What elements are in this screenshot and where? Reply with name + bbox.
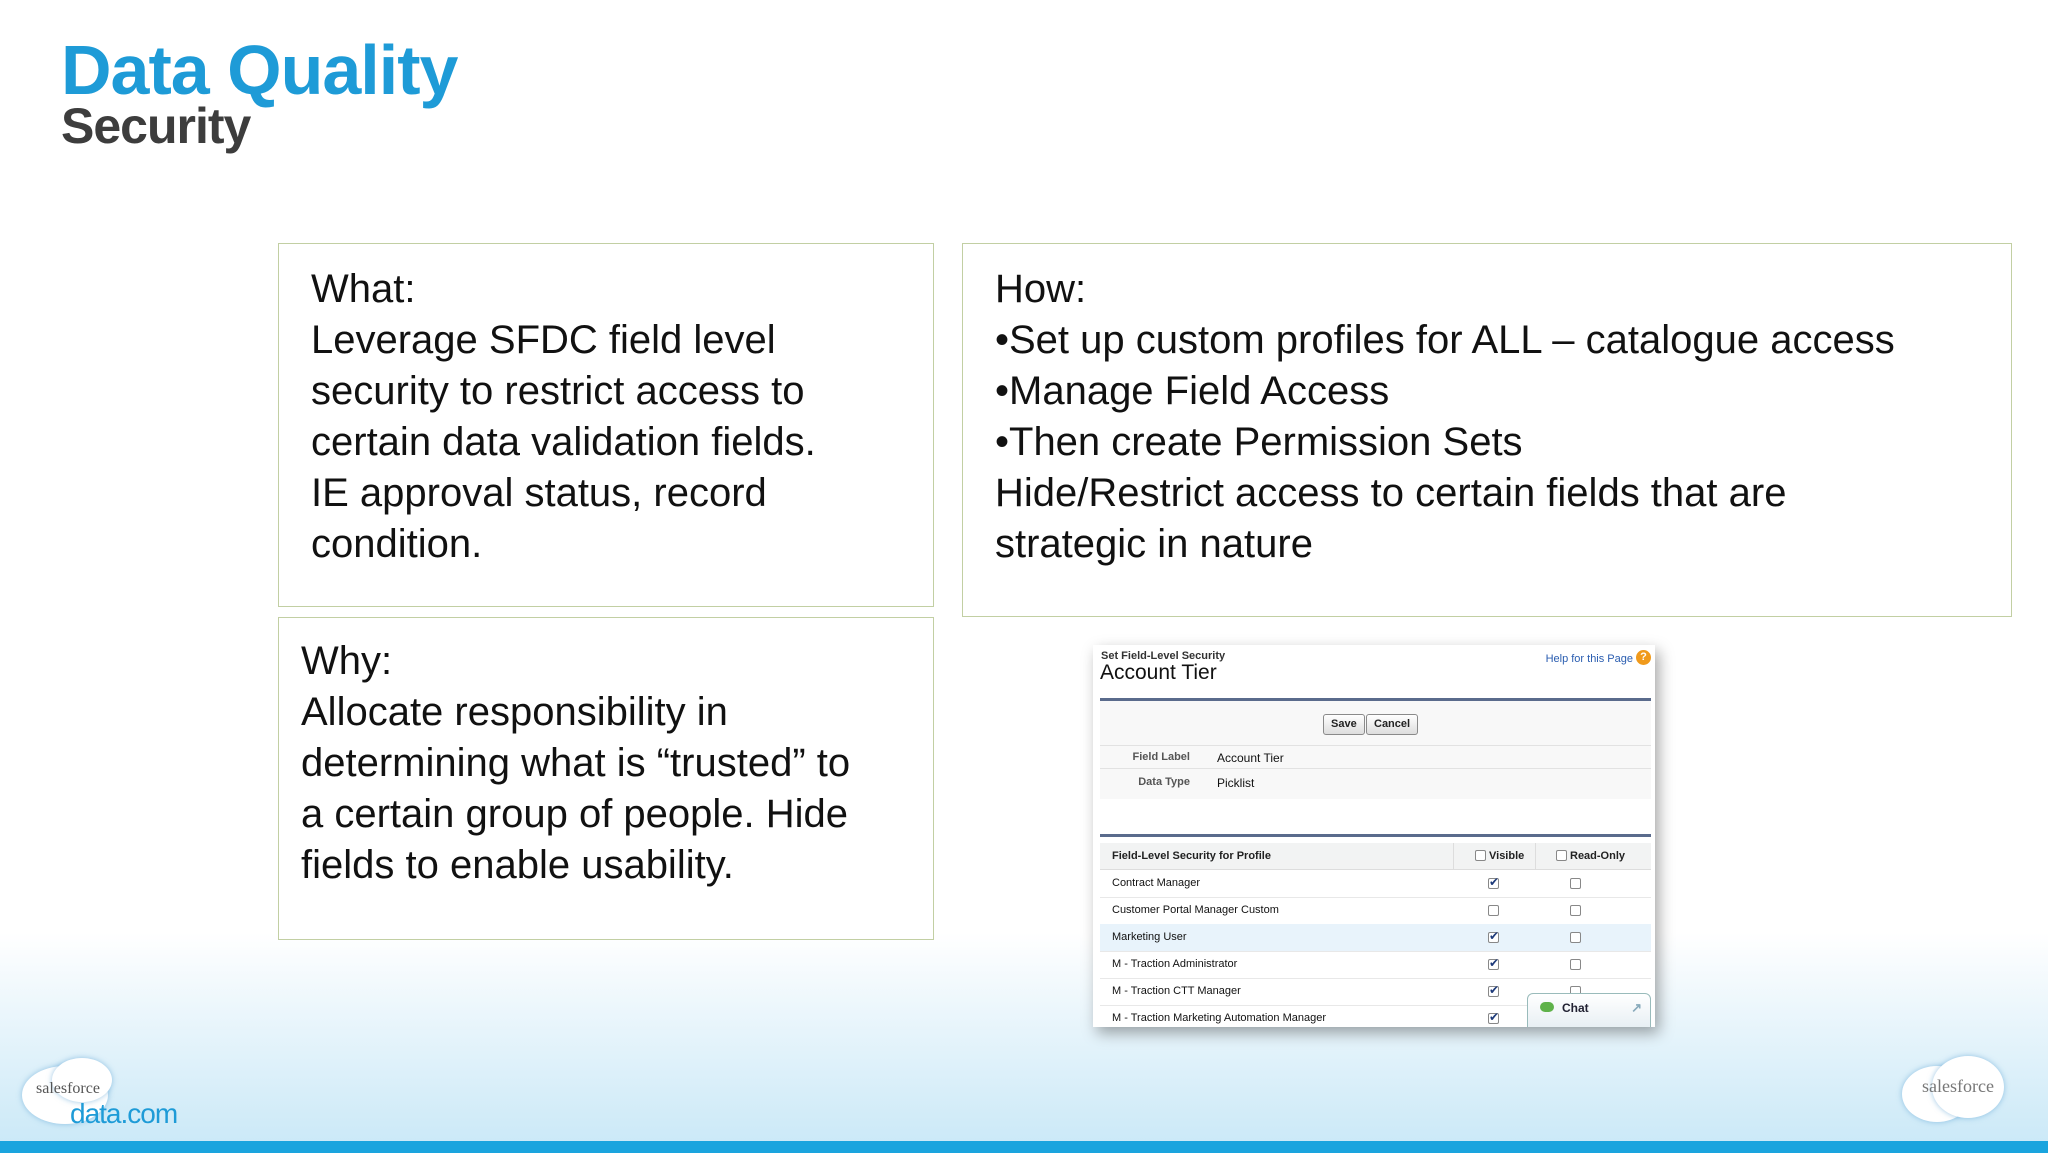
salesforce-logo: salesforce: [1902, 1052, 2006, 1126]
visible-checkbox[interactable]: [1488, 905, 1499, 916]
visible-checkbox[interactable]: [1488, 983, 1499, 997]
read-only-checkbox[interactable]: [1570, 905, 1581, 916]
divider: [1535, 843, 1536, 869]
salesforce-datacom-logo: salesforce data.com: [22, 1058, 192, 1129]
how-box: How: •Set up custom profiles for ALL – c…: [962, 243, 2012, 617]
why-line: determining what is “trusted” to: [301, 741, 851, 785]
why-line: fields to enable usability.: [301, 843, 734, 887]
profile-name: M - Traction CTT Manager: [1112, 985, 1241, 997]
divider: [1100, 768, 1651, 769]
what-line: condition.: [311, 522, 483, 566]
how-heading: How:: [995, 267, 1087, 311]
what-line: certain data validation fields.: [311, 420, 816, 464]
data-type-key: Data Type: [1138, 776, 1190, 788]
field-detail-section: Save Cancel Field Label Account Tier Dat…: [1100, 698, 1651, 799]
chat-label: Chat: [1562, 1001, 1589, 1015]
help-link[interactable]: Help for this Page: [1546, 653, 1633, 665]
header-visible: Visible: [1489, 850, 1525, 862]
chat-icon: [1540, 1002, 1554, 1012]
visible-checkbox[interactable]: [1488, 929, 1499, 943]
what-box: What: Leverage SFDC field level security…: [278, 243, 934, 607]
expand-icon[interactable]: ↗: [1631, 1000, 1642, 1016]
readonly-select-all-checkbox[interactable]: [1556, 850, 1567, 861]
what-line: security to restrict access to: [311, 369, 805, 413]
header-read-only: Read-Only: [1570, 850, 1626, 862]
visible-select-all-checkbox[interactable]: [1475, 850, 1486, 861]
visible-checkbox[interactable]: [1488, 956, 1499, 970]
why-heading: Why:: [301, 639, 393, 683]
logo-datacom-text: data.com: [70, 1098, 178, 1129]
help-icon[interactable]: ?: [1636, 650, 1651, 665]
profile-name: Contract Manager: [1112, 877, 1201, 889]
profile-name: Customer Portal Manager Custom: [1112, 904, 1279, 916]
data-type-value: Picklist: [1217, 776, 1255, 790]
read-only-checkbox[interactable]: [1570, 959, 1581, 970]
logo-salesforce-text: salesforce: [1922, 1076, 1994, 1096]
profile-name: M - Traction Marketing Automation Manage…: [1112, 1012, 1326, 1024]
what-heading: What:: [311, 267, 416, 311]
visible-checkbox[interactable]: [1488, 1010, 1499, 1024]
logo-salesforce-text: salesforce: [36, 1080, 100, 1097]
how-line: strategic in nature: [995, 522, 1313, 566]
how-line: •Then create Permission Sets: [995, 420, 1523, 464]
profile-name: M - Traction Administrator: [1112, 958, 1238, 970]
bottom-bar: [0, 1141, 2048, 1153]
table-row: M - Traction Administrator: [1100, 951, 1651, 979]
chat-widget[interactable]: Chat ↗: [1527, 993, 1651, 1027]
divider: [1100, 745, 1651, 746]
save-button[interactable]: Save: [1323, 714, 1365, 735]
header-profile: Field-Level Security for Profile: [1112, 850, 1271, 862]
field-label-value: Account Tier: [1217, 751, 1284, 765]
how-line: •Manage Field Access: [995, 369, 1390, 413]
divider: [1453, 843, 1454, 869]
why-line: Allocate responsibility in: [301, 690, 728, 734]
read-only-checkbox[interactable]: [1570, 878, 1581, 889]
record-title: Account Tier: [1100, 661, 1217, 684]
field-label-key: Field Label: [1132, 751, 1190, 763]
visible-checkbox[interactable]: [1488, 875, 1499, 889]
what-line: IE approval status, record: [311, 471, 767, 515]
why-box: Why: Allocate responsibility in determin…: [278, 617, 934, 940]
what-line: Leverage SFDC field level: [311, 318, 776, 362]
slide-subtitle: Security: [61, 98, 251, 154]
why-line: a certain group of people. Hide: [301, 792, 849, 836]
how-line: Hide/Restrict access to certain fields t…: [995, 471, 1787, 515]
table-row: Contract Manager: [1100, 870, 1651, 898]
cancel-button[interactable]: Cancel: [1366, 714, 1419, 735]
profile-name: Marketing User: [1112, 931, 1187, 943]
field-security-screenshot: Set Field-Level Security Account Tier He…: [1093, 645, 1655, 1027]
table-header: Field-Level Security for Profile Visible…: [1100, 843, 1651, 870]
background-gradient: [0, 933, 2048, 1153]
table-row: Customer Portal Manager Custom: [1100, 897, 1651, 925]
read-only-checkbox[interactable]: [1570, 932, 1581, 943]
table-row: Marketing User: [1100, 924, 1651, 952]
how-line: •Set up custom profiles for ALL – catalo…: [995, 318, 1895, 362]
